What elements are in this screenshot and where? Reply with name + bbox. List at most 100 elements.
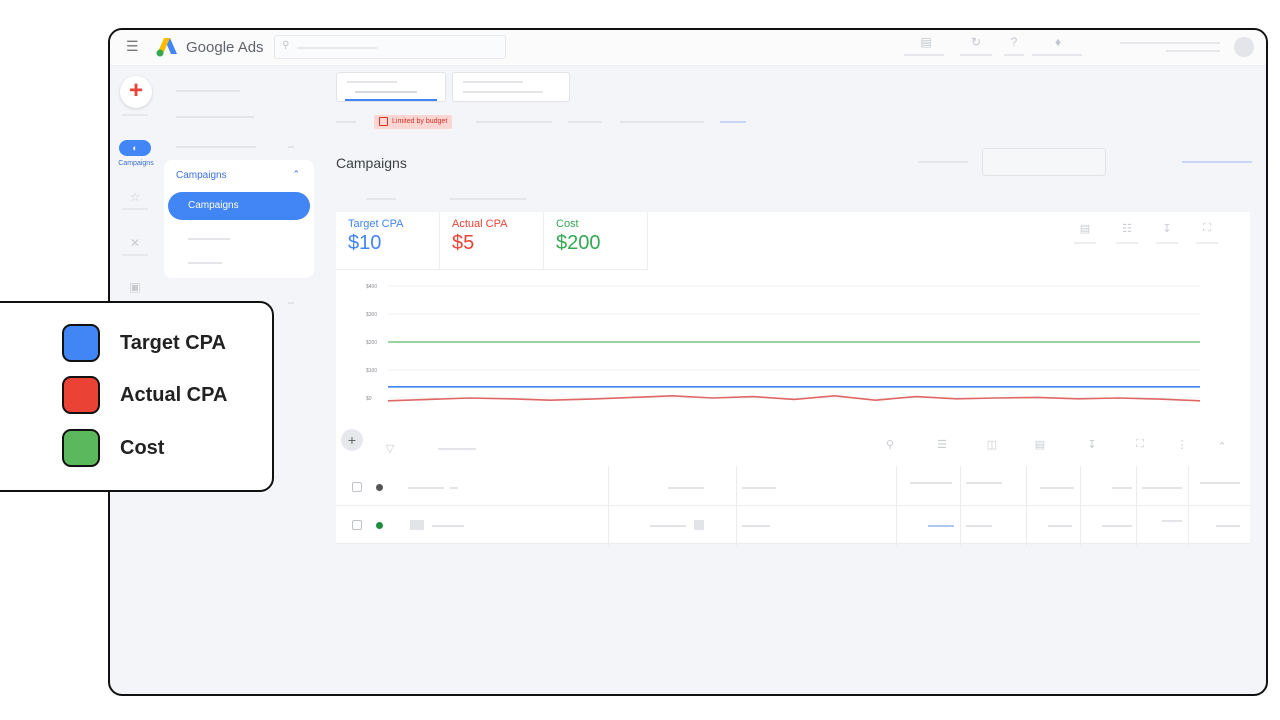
add-icon <box>450 487 458 489</box>
status-label <box>336 121 356 123</box>
search-icon[interactable]: ⚲ <box>884 438 896 451</box>
table-row[interactable] <box>336 468 1250 506</box>
app-window: ☰ Google Ads ⚲ ▤ ↻ ? ♦ + ◐ Campaigns ☆ ✕… <box>108 28 1268 696</box>
reports-icon[interactable]: ▤ <box>1034 438 1046 451</box>
download-icon[interactable]: ↧ <box>1160 222 1174 236</box>
edit-icon[interactable] <box>694 520 704 530</box>
subtab-1[interactable] <box>366 198 396 200</box>
help-icon[interactable]: ? <box>1008 36 1020 48</box>
cell <box>910 482 952 484</box>
status-badge: Limited by budget <box>374 115 453 129</box>
top-bar: ☰ Google Ads ⚲ ▤ ↻ ? ♦ <box>110 30 1266 66</box>
billing-icon[interactable]: ▣ <box>128 280 142 294</box>
status-dot <box>376 484 383 491</box>
avatar[interactable] <box>1234 37 1254 57</box>
cell <box>1112 487 1132 489</box>
download-icon[interactable]: ↧ <box>1086 438 1098 451</box>
filter-icon[interactable]: ▽ <box>384 442 396 455</box>
tools-icon[interactable]: ▤ <box>920 36 932 48</box>
date-value <box>463 91 543 93</box>
column-divider <box>896 466 897 546</box>
legend-label: Cost <box>120 437 165 459</box>
cell <box>966 482 1002 484</box>
view-dropdown[interactable] <box>982 148 1106 176</box>
tools-wrench-icon[interactable]: ✕ <box>128 236 142 250</box>
metric-label: Actual CPA <box>452 218 508 230</box>
subtab-2[interactable] <box>450 198 526 200</box>
cell <box>1162 520 1182 522</box>
row-checkbox[interactable] <box>352 520 362 530</box>
date-filter-dropdown[interactable] <box>452 72 570 102</box>
nav-item-recommendations[interactable] <box>176 116 254 118</box>
view-label <box>918 161 968 163</box>
metric-label: Cost <box>556 218 579 230</box>
legend-label: Target CPA <box>120 332 226 354</box>
search-input[interactable]: ⚲ <box>274 35 506 59</box>
cell <box>742 525 770 527</box>
campaign-table: + ▽ ⚲ ☰ ◫ ▤ ↧ ⛶ ⋮ ⌃ <box>336 428 1250 546</box>
table-row[interactable] <box>336 506 1250 544</box>
filter-label <box>438 448 476 450</box>
megaphone-icon: ◐ <box>132 143 138 153</box>
notifications-label <box>1032 54 1082 56</box>
status-badge-text: Limited by budget <box>392 118 448 125</box>
nav-panel: Campaigns ⌃ Campaigns <box>164 160 314 278</box>
segment-icon[interactable]: ☷ <box>1120 222 1134 236</box>
segment-icon[interactable]: ☰ <box>936 438 948 451</box>
cell <box>966 525 992 527</box>
budget-link[interactable] <box>928 525 954 527</box>
cell <box>742 487 776 489</box>
nav-item-ad-groups[interactable] <box>188 238 230 240</box>
metric-cost[interactable]: Cost $200 <box>544 212 648 270</box>
nav-item-campaigns[interactable]: Campaigns <box>168 192 310 220</box>
column-divider <box>1188 466 1189 546</box>
columns-icon[interactable]: ◫ <box>986 438 998 451</box>
campaign-name[interactable] <box>408 487 444 489</box>
filter-value <box>355 91 417 93</box>
y-tick-label: $200 <box>366 340 377 346</box>
budget-icon <box>379 117 388 126</box>
campaign-name[interactable] <box>432 525 464 527</box>
legend-overlay: Target CPA Actual CPA Cost <box>0 301 274 492</box>
nav-item-insights[interactable] <box>176 146 256 148</box>
campaign-filter-dropdown[interactable] <box>336 72 446 102</box>
column-divider <box>736 466 737 546</box>
nav-item-overview[interactable] <box>176 90 240 92</box>
campaign-type-icon <box>410 520 424 530</box>
account-id <box>1166 50 1220 52</box>
chevron-up-icon[interactable]: ⌃ <box>292 169 300 180</box>
collapse-icon[interactable]: ⌃ <box>1216 440 1228 453</box>
tool-label <box>1074 242 1096 244</box>
metric-target-cpa[interactable]: Target CPA $10 <box>336 212 440 270</box>
header-link[interactable] <box>1182 161 1252 163</box>
goals-label <box>122 208 148 210</box>
expand-icon[interactable]: ⛶ <box>1200 222 1214 236</box>
nav-section-campaigns[interactable]: Campaigns <box>176 170 227 181</box>
add-campaign-button[interactable]: + <box>341 429 363 451</box>
info-line-3 <box>620 121 704 123</box>
metric-actual-cpa[interactable]: Actual CPA $5 <box>440 212 544 270</box>
cell <box>1200 482 1240 484</box>
trophy-icon[interactable]: ☆ <box>128 190 142 204</box>
y-tick-label: $100 <box>366 368 377 374</box>
tool-label <box>1116 242 1138 244</box>
bell-icon[interactable]: ♦ <box>1052 36 1064 48</box>
refresh-icon[interactable]: ↻ <box>970 36 982 48</box>
line-chart: $400 $300 $200 $100 $0 <box>366 284 1201 402</box>
brand-name: Google Ads <box>186 39 264 56</box>
campaigns-rail-button[interactable]: ◐ <box>119 140 151 156</box>
plus-icon: + <box>128 77 143 104</box>
table-view-icon[interactable]: ▤ <box>1078 222 1092 236</box>
expand-icon[interactable]: ⛶ <box>1134 438 1146 450</box>
nav-item-ads[interactable] <box>188 262 222 264</box>
row-checkbox[interactable] <box>352 482 362 492</box>
create-button[interactable]: + <box>120 76 152 108</box>
more-icon[interactable]: ⋮ <box>1176 438 1188 451</box>
info-line-2 <box>568 121 602 123</box>
cell <box>650 525 686 527</box>
menu-icon[interactable]: ☰ <box>126 39 140 53</box>
info-link[interactable] <box>720 121 746 123</box>
y-tick-label: $400 <box>366 284 377 290</box>
refresh-label <box>960 54 992 56</box>
legend-label: Actual CPA <box>120 384 228 406</box>
